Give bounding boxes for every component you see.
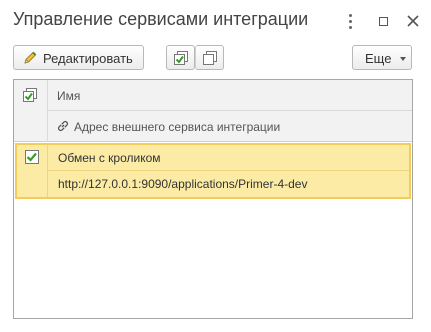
- chevron-down-icon: [400, 57, 406, 61]
- checkbox-checked-icon: [24, 149, 40, 165]
- uncheck-all-icon: [202, 50, 218, 66]
- edit-button-label: Редактировать: [43, 51, 133, 66]
- column-header-check[interactable]: [14, 80, 48, 142]
- window-title: Управление сервисами интеграции: [13, 9, 309, 29]
- pencil-icon: [22, 50, 38, 66]
- column-header-name-label: Имя: [57, 89, 81, 103]
- check-all-button[interactable]: [166, 45, 195, 70]
- edit-button[interactable]: Редактировать: [13, 45, 144, 70]
- column-header-address[interactable]: Адрес внешнего сервиса интеграции: [48, 111, 412, 142]
- row-address-cell[interactable]: http://127.0.0.1:9090/applications/Prime…: [48, 171, 409, 197]
- close-icon: [402, 10, 424, 32]
- close-button[interactable]: [402, 10, 424, 32]
- column-header-name[interactable]: Имя: [48, 80, 412, 111]
- more-actions-button[interactable]: [340, 10, 362, 32]
- uncheck-all-button[interactable]: [195, 45, 224, 70]
- row-name-cell[interactable]: Обмен с кроликом: [48, 145, 409, 171]
- more-menu-button[interactable]: Еще: [352, 45, 412, 70]
- column-header-address-label: Адрес внешнего сервиса интеграции: [74, 120, 281, 134]
- integration-services-table: Имя Адрес внешнего сервиса интеграции Об…: [13, 79, 413, 319]
- row-address: http://127.0.0.1:9090/applications/Prime…: [58, 177, 308, 191]
- row-checkbox[interactable]: [17, 145, 48, 197]
- integration-services-window: Управление сервисами интеграции Редактир…: [0, 0, 431, 332]
- check-all-icon: [22, 87, 38, 103]
- maximize-button[interactable]: [373, 10, 395, 32]
- more-menu-label: Еще: [365, 51, 392, 66]
- check-all-icon: [173, 50, 189, 66]
- link-icon: [56, 119, 70, 133]
- table-header: Имя Адрес внешнего сервиса интеграции: [14, 80, 412, 142]
- table-row[interactable]: Обмен с кроликом http://127.0.0.1:9090/a…: [15, 143, 411, 199]
- row-name: Обмен с кроликом: [58, 151, 161, 165]
- title-bar: Управление сервисами интеграции: [0, 0, 431, 40]
